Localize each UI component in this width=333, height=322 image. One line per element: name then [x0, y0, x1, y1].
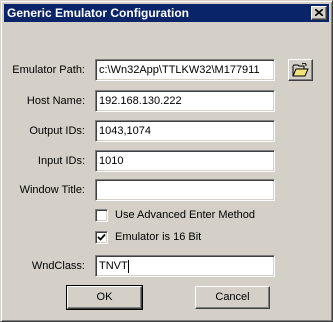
config-dialog: Generic Emulator Configuration Emulator … — [0, 0, 333, 322]
window-title: Generic Emulator Configuration — [7, 6, 190, 20]
output-ids-label: Output IDs: — [29, 125, 85, 137]
emulator-16bit-checkbox[interactable] — [95, 231, 108, 244]
host-name-label: Host Name: — [26, 95, 85, 107]
ok-button[interactable]: OK — [66, 285, 143, 310]
advanced-enter-checkbox[interactable] — [95, 209, 108, 222]
wndclass-field[interactable]: TNVT — [95, 255, 275, 277]
window-title-label: Window Title: — [19, 184, 85, 196]
emulator-16bit-label: Emulator is 16 Bit — [115, 231, 202, 243]
emulator-path-label: Emulator Path: — [12, 64, 85, 76]
close-button[interactable] — [311, 6, 327, 20]
title-bar: Generic Emulator Configuration — [4, 4, 329, 22]
wndclass-value: TNVT — [99, 260, 128, 272]
input-ids-label: Input IDs: — [37, 155, 85, 167]
advanced-enter-label: Use Advanced Enter Method — [115, 209, 256, 221]
text-caret — [127, 259, 129, 273]
input-ids-field[interactable]: 1010 — [95, 150, 275, 172]
emulator-16bit-option[interactable]: Emulator is 16 Bit — [95, 231, 275, 245]
cancel-button[interactable]: Cancel — [195, 286, 270, 309]
open-folder-icon — [292, 63, 309, 77]
host-name-field[interactable]: 192.168.130.222 — [95, 90, 275, 112]
wndclass-label: WndClass: — [31, 260, 85, 272]
checkmark-icon — [97, 233, 106, 241]
emulator-path-field[interactable]: c:\Wn32App\TTLKW32\M177911 — [95, 59, 275, 81]
close-icon — [315, 9, 323, 16]
output-ids-field[interactable]: 1043,1074 — [95, 120, 275, 142]
browse-button[interactable] — [288, 59, 313, 81]
advanced-enter-option[interactable]: Use Advanced Enter Method — [95, 209, 275, 223]
window-title-field[interactable] — [95, 179, 275, 201]
